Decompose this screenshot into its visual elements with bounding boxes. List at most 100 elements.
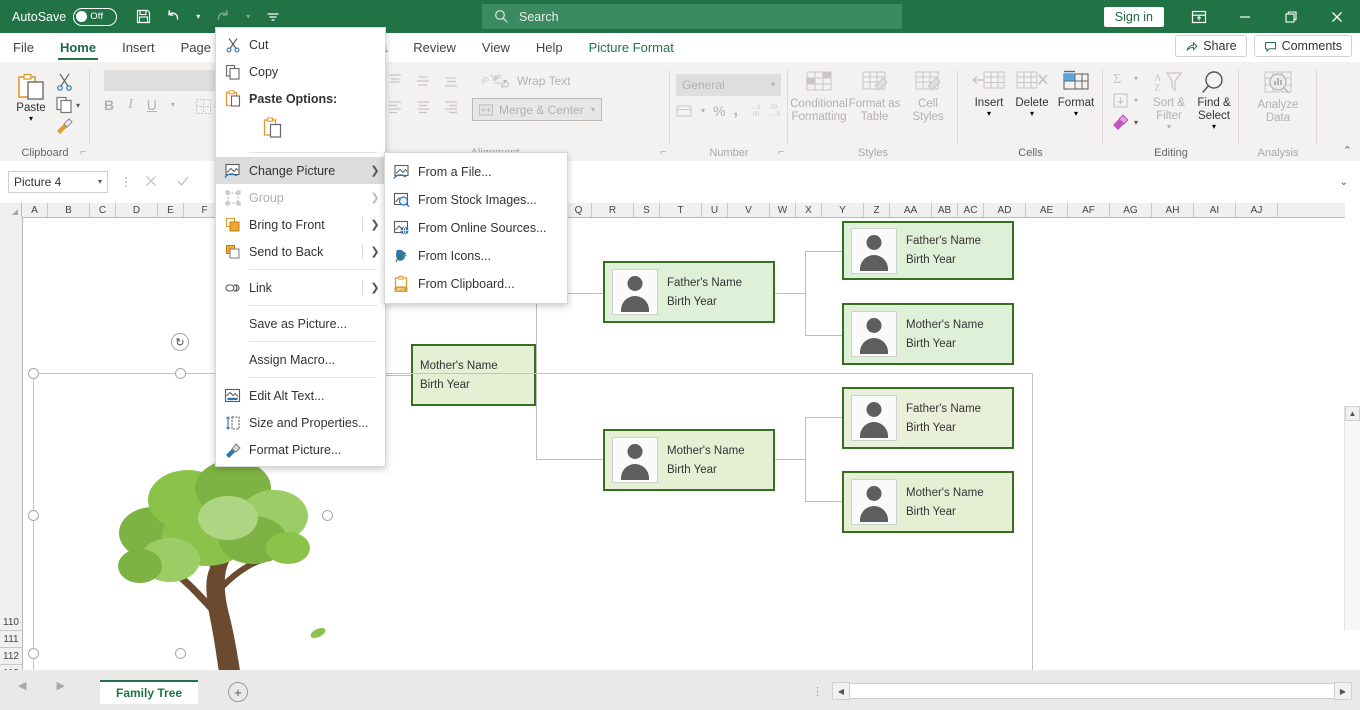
family-node[interactable]: Father's Name Birth Year: [842, 221, 1014, 280]
family-node[interactable]: Father's Name Birth Year: [603, 261, 775, 323]
name-box-dropdown-icon[interactable]: ▾: [98, 178, 102, 186]
tab-help[interactable]: Help: [523, 33, 576, 62]
column-header-c[interactable]: C: [90, 203, 116, 217]
paste-dropdown-icon[interactable]: ▾: [29, 115, 33, 123]
column-header-aj[interactable]: AJ: [1236, 203, 1278, 217]
column-header-ai[interactable]: AI: [1194, 203, 1236, 217]
column-header-b[interactable]: B: [48, 203, 90, 217]
menu-item-link[interactable]: Link ❯: [216, 274, 385, 301]
menu-item-save-as-picture[interactable]: Save as Picture...: [216, 310, 385, 337]
find-select-button[interactable]: Find & Select ▾: [1191, 70, 1237, 131]
resize-handle-top-center[interactable]: [175, 368, 186, 379]
horizontal-scrollbar[interactable]: ⋮ ◀ ▶: [812, 683, 1352, 699]
name-box[interactable]: Picture 4 ▾: [8, 171, 108, 193]
column-header-y[interactable]: Y: [822, 203, 864, 217]
underline-dropdown-icon[interactable]: ▾: [171, 101, 175, 109]
scroll-up-button[interactable]: ▲: [1345, 406, 1360, 421]
column-header-w[interactable]: W: [770, 203, 796, 217]
menu-item-cut[interactable]: Cut: [216, 31, 385, 58]
resize-handle-top-left[interactable]: [28, 368, 39, 379]
delete-cells-button[interactable]: Delete ▾: [1010, 70, 1054, 118]
resize-handle-bottom-center[interactable]: [175, 648, 186, 659]
alignment-dialog-launcher[interactable]: ⌐: [660, 147, 666, 158]
column-header-e[interactable]: E: [158, 203, 184, 217]
paste-button[interactable]: Paste ▾: [8, 72, 54, 123]
submenu-item-from-file[interactable]: From a File...: [385, 158, 567, 186]
autosave-control[interactable]: AutoSave Off: [12, 8, 117, 26]
insert-cells-dropdown-icon[interactable]: ▾: [987, 110, 991, 118]
undo-dropdown-icon[interactable]: ▾: [189, 4, 207, 30]
menu-item-edit-alt-text[interactable]: Edit Alt Text...: [216, 382, 385, 409]
delete-cells-dropdown-icon[interactable]: ▾: [1030, 110, 1034, 118]
save-icon[interactable]: [129, 4, 157, 30]
expand-formula-bar-icon[interactable]: ⌄: [1340, 177, 1348, 188]
formula-bar-grip[interactable]: ⋮: [120, 175, 132, 189]
column-header-ab[interactable]: AB: [932, 203, 958, 217]
column-header-u[interactable]: U: [702, 203, 728, 217]
submenu-item-from-clipboard[interactable]: JPG From Clipboard...: [385, 270, 567, 298]
menu-item-send-to-back[interactable]: Send to Back ❯: [216, 238, 385, 265]
menu-item-size-and-properties[interactable]: Size and Properties...: [216, 409, 385, 436]
comments-button[interactable]: Comments: [1254, 35, 1352, 57]
column-header-t[interactable]: T: [660, 203, 702, 217]
resize-handle-middle-left[interactable]: [28, 510, 39, 521]
copy-icon[interactable]: [55, 95, 74, 119]
tab-home[interactable]: Home: [47, 33, 109, 62]
customize-qat-icon[interactable]: [259, 4, 287, 30]
add-sheet-icon[interactable]: +: [228, 682, 248, 702]
scrollbar-grip[interactable]: ⋮: [812, 685, 822, 698]
column-header-ag[interactable]: AG: [1110, 203, 1152, 217]
menu-item-format-picture[interactable]: Format Picture...: [216, 436, 385, 463]
clear-dropdown-icon[interactable]: ▾: [1134, 119, 1138, 127]
format-cells-dropdown-icon[interactable]: ▾: [1074, 110, 1078, 118]
tab-file[interactable]: File: [0, 33, 47, 62]
family-node[interactable]: Mother's Name Birth Year: [842, 303, 1014, 365]
tab-picture-format[interactable]: Picture Format: [576, 33, 687, 62]
number-dialog-launcher[interactable]: ⌐: [778, 147, 784, 158]
select-all-button[interactable]: [0, 203, 22, 217]
menu-item-assign-macro[interactable]: Assign Macro...: [216, 346, 385, 373]
bold-button[interactable]: B: [104, 97, 114, 113]
submenu-item-from-icons[interactable]: From Icons...: [385, 242, 567, 270]
scroll-right-button[interactable]: ▶: [1334, 682, 1352, 700]
close-icon[interactable]: [1314, 0, 1360, 33]
resize-handle-middle-right[interactable]: [322, 510, 333, 521]
column-header-ac[interactable]: AC: [958, 203, 984, 217]
menu-item-change-picture[interactable]: Change Picture ❯: [216, 157, 385, 184]
enter-icon[interactable]: [176, 174, 190, 191]
row-header-112[interactable]: 112: [0, 648, 22, 665]
menu-item-copy[interactable]: Copy: [216, 58, 385, 85]
format-painter-icon[interactable]: [55, 117, 74, 141]
clear-button[interactable]: ▾: [1111, 114, 1138, 131]
search-box[interactable]: Search: [482, 4, 902, 29]
column-header-v[interactable]: V: [728, 203, 770, 217]
submenu-item-from-stock-images[interactable]: From Stock Images...: [385, 186, 567, 214]
restore-icon[interactable]: [1268, 0, 1314, 33]
cut-icon[interactable]: [55, 72, 74, 96]
prev-sheet-icon[interactable]: ◀: [18, 679, 26, 692]
tab-review[interactable]: Review: [400, 33, 469, 62]
column-header-z[interactable]: Z: [864, 203, 890, 217]
submenu-item-from-online-sources[interactable]: From Online Sources...: [385, 214, 567, 242]
clipboard-dialog-launcher[interactable]: ⌐: [80, 147, 86, 158]
column-header-x[interactable]: X: [796, 203, 822, 217]
column-header-af[interactable]: AF: [1068, 203, 1110, 217]
column-header-q[interactable]: Q: [566, 203, 592, 217]
column-header-s[interactable]: S: [634, 203, 660, 217]
resize-handle-bottom-left[interactable]: [28, 648, 39, 659]
menu-item-bring-to-front[interactable]: Bring to Front ❯: [216, 211, 385, 238]
share-button[interactable]: Share: [1175, 35, 1246, 57]
row-header-110[interactable]: 110: [0, 614, 22, 631]
column-header-aa[interactable]: AA: [890, 203, 932, 217]
collapse-ribbon-icon[interactable]: ⌃: [1343, 144, 1352, 157]
tab-view[interactable]: View: [469, 33, 523, 62]
tab-insert[interactable]: Insert: [109, 33, 168, 62]
borders-icon[interactable]: [195, 98, 212, 120]
insert-cells-button[interactable]: Insert ▾: [968, 70, 1010, 118]
scroll-left-button[interactable]: ◀: [832, 682, 850, 700]
rotate-handle[interactable]: ↻: [171, 333, 189, 351]
autosave-toggle[interactable]: Off: [73, 8, 117, 26]
column-header-d[interactable]: D: [116, 203, 158, 217]
paste-keep-formatting-icon[interactable]: [263, 117, 283, 144]
format-cells-button[interactable]: Format ▾: [1054, 70, 1098, 118]
